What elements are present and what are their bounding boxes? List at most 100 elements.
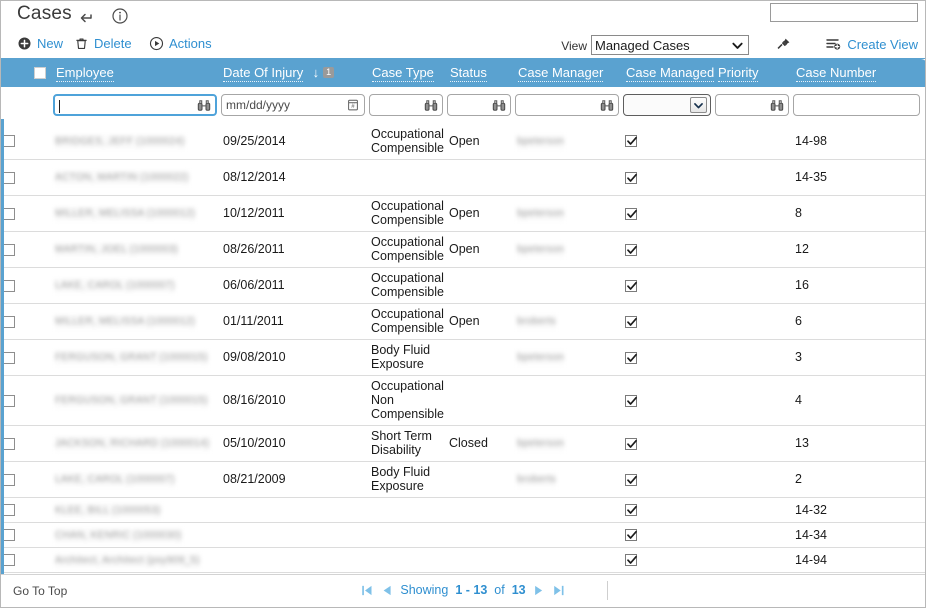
priority-filter-input[interactable] (720, 95, 766, 115)
case-managed-checkbox[interactable] (625, 279, 637, 292)
case-managed-checkbox[interactable] (625, 207, 637, 220)
row-select-checkbox[interactable] (3, 473, 15, 486)
row-select-checkbox[interactable] (3, 135, 15, 148)
employee-filter-input[interactable] (59, 96, 193, 114)
cell-employee[interactable]: CHAN, KENRIC (1000030) (53, 522, 221, 548)
prev-page-button[interactable] (380, 584, 393, 597)
table-row[interactable]: MILLER, MELISSA (1000012) 01/11/2011 Occup… (1, 303, 925, 340)
table-row[interactable]: FERGUSON, GRANT (1000015) 08/16/2010 Occup… (1, 375, 925, 426)
row-select-checkbox[interactable] (3, 554, 15, 567)
col-date-of-injury-label[interactable]: Date Of Injury (223, 65, 304, 82)
actions-button[interactable]: Actions (149, 36, 212, 51)
create-view-button[interactable]: Create View (825, 36, 918, 52)
delete-button[interactable]: Delete (74, 36, 132, 51)
view-select-wrapper[interactable]: Managed Cases (591, 35, 749, 55)
cell-employee[interactable]: LAKE, CAROL (1000007) (53, 267, 221, 304)
row-select-checkbox[interactable] (3, 243, 15, 256)
case-managed-checkbox[interactable] (625, 135, 637, 148)
undo-arrow-icon[interactable] (77, 7, 95, 25)
row-select-checkbox[interactable] (3, 351, 15, 364)
date-of-injury-filter-input[interactable] (226, 95, 342, 115)
row-select-checkbox[interactable] (3, 529, 15, 542)
case-managed-checkbox[interactable] (625, 554, 637, 567)
first-page-button[interactable] (360, 584, 373, 597)
table-row[interactable]: BRIDGES, JEFF (1000024) 09/25/2014 Occupat… (1, 123, 925, 160)
status-filter[interactable] (447, 94, 511, 116)
select-all-checkbox[interactable] (34, 66, 46, 79)
binoculars-icon[interactable] (197, 98, 211, 112)
cell-employee[interactable]: FERGUSON, GRANT (1000015) (53, 339, 221, 376)
col-priority-label[interactable]: Priority (718, 65, 759, 82)
cell-employee[interactable]: MILLER, MELISSA (1000012) (53, 303, 221, 340)
new-button[interactable]: New (17, 36, 63, 51)
table-row[interactable]: Architect, Architect (psy909_5) 14-94 (1, 547, 925, 573)
case-type-filter-input[interactable] (374, 95, 420, 115)
employee-filter[interactable] (53, 94, 217, 116)
cell-employee[interactable]: MILLER, MELISSA (1000012) (53, 195, 221, 232)
col-status-label[interactable]: Status (450, 65, 487, 82)
go-to-top-link[interactable]: Go To Top (13, 584, 67, 598)
case-manager-filter[interactable] (515, 94, 619, 116)
cell-employee[interactable]: LAKE, CAROL (1000007) (53, 461, 221, 498)
status-filter-input[interactable] (452, 95, 488, 115)
row-select-checkbox[interactable] (3, 171, 15, 184)
col-case-number-label[interactable]: Case Number (796, 65, 877, 82)
case-managed-checkbox[interactable] (625, 437, 637, 450)
case-managed-checkbox[interactable] (625, 504, 637, 517)
table-row[interactable]: MARTIN, JOEL (1000003) 08/26/2011 Occupati… (1, 231, 925, 268)
col-case-managed-label[interactable]: Case Managed (626, 65, 715, 82)
binoculars-icon[interactable] (600, 98, 614, 112)
cell-employee[interactable]: FERGUSON, GRANT (1000015) (53, 375, 221, 426)
case-managed-checkbox[interactable] (625, 315, 637, 328)
case-managed-checkbox[interactable] (625, 529, 637, 542)
cell-employee[interactable]: Architect, Architect (psy909_5) (53, 547, 221, 573)
table-row[interactable]: MILLER, MELISSA (1000012) 10/12/2011 Occup… (1, 195, 925, 232)
row-select-checkbox[interactable] (3, 504, 15, 517)
col-employee-label[interactable]: Employee (56, 65, 114, 82)
case-number-filter-input[interactable] (798, 95, 915, 115)
row-select-checkbox[interactable] (3, 207, 15, 220)
view-select[interactable]: Managed Cases (591, 35, 749, 55)
binoculars-icon[interactable] (492, 98, 506, 112)
case-managed-checkbox[interactable] (625, 473, 637, 486)
row-select-checkbox[interactable] (3, 394, 15, 407)
sort-indicator[interactable]: ↓ 1 (313, 66, 335, 79)
row-select-checkbox[interactable] (3, 437, 15, 450)
global-search-input[interactable] (770, 3, 918, 22)
row-select-checkbox[interactable] (3, 279, 15, 292)
table-row[interactable]: LAKE, CAROL (1000007) 06/06/2011 Occupatio… (1, 267, 925, 304)
info-circle-icon[interactable] (111, 7, 129, 25)
case-managed-checkbox[interactable] (625, 351, 637, 364)
grid-header-row: Employee Date Of Injury ↓ 1 Case Type St… (1, 59, 925, 87)
cell-employee[interactable]: MARTIN, JOEL (1000003) (53, 231, 221, 268)
col-case-type-label[interactable]: Case Type (372, 65, 434, 82)
priority-filter[interactable] (715, 94, 789, 116)
calendar-icon[interactable]: # (346, 98, 360, 112)
case-number-filter[interactable] (793, 94, 920, 116)
case-type-filter[interactable] (369, 94, 443, 116)
case-managed-filter-select[interactable] (623, 94, 711, 116)
table-row[interactable]: ACTON, MARTIN (1000022) 08/12/2014 14-35 (1, 159, 925, 196)
table-row[interactable]: CHAN, KENRIC (1000030) 14-34 (1, 522, 925, 548)
table-row[interactable]: KLEE, BILL (1000053) 14-32 (1, 497, 925, 523)
table-row[interactable]: FERGUSON, GRANT (1000015) 09/08/2010 Body … (1, 339, 925, 376)
next-page-button[interactable] (533, 584, 546, 597)
cell-employee[interactable]: KLEE, BILL (1000053) (53, 497, 221, 523)
case-managed-checkbox[interactable] (625, 171, 637, 184)
pushpin-icon[interactable] (774, 36, 792, 54)
cell-employee[interactable]: ACTON, MARTIN (1000022) (53, 159, 221, 196)
date-of-injury-filter[interactable]: # (221, 94, 365, 116)
chevron-down-icon[interactable] (690, 97, 707, 113)
case-manager-filter-input[interactable] (520, 95, 596, 115)
case-managed-checkbox[interactable] (625, 243, 637, 256)
binoculars-icon[interactable] (770, 98, 784, 112)
case-managed-checkbox[interactable] (625, 394, 637, 407)
binoculars-icon[interactable] (424, 98, 438, 112)
table-row[interactable]: JACKSON, RICHARD (1000014) 05/10/2010 Shor… (1, 425, 925, 462)
col-case-manager-label[interactable]: Case Manager (518, 65, 604, 82)
cell-employee[interactable]: BRIDGES, JEFF (1000024) (53, 123, 221, 160)
row-select-checkbox[interactable] (3, 315, 15, 328)
last-page-button[interactable] (553, 584, 566, 597)
cell-employee[interactable]: JACKSON, RICHARD (1000014) (53, 425, 221, 462)
table-row[interactable]: LAKE, CAROL (1000007) 08/21/2009 Body Flui… (1, 461, 925, 498)
